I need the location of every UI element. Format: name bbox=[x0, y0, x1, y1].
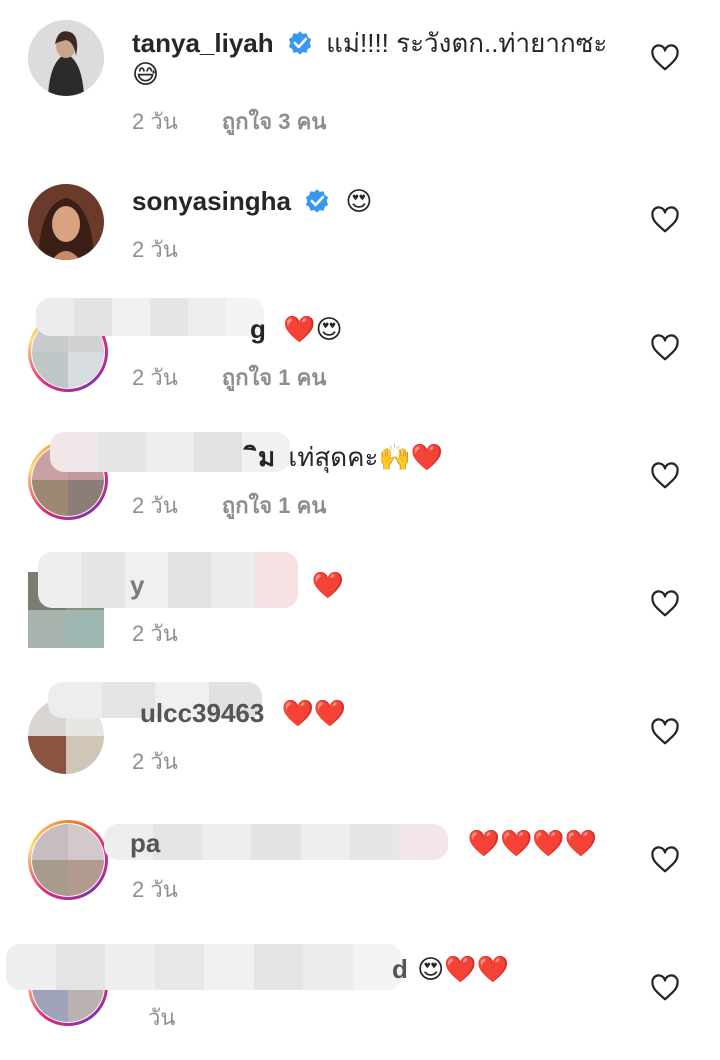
comment-item: pa ❤️❤️❤️❤️ 2 วัน bbox=[0, 804, 720, 932]
comment-time: วัน bbox=[148, 1005, 176, 1030]
comment-meta: 2 วัน bbox=[132, 616, 178, 651]
comment-body: 😍 bbox=[345, 187, 373, 217]
comment-text: tanya_liyah แม่!!!! ระวังตก..ท่ายากซะ bbox=[132, 26, 607, 60]
comment-meta: วัน bbox=[148, 1000, 175, 1035]
comment-time: 2 วัน bbox=[132, 621, 178, 646]
comment-username-fragment[interactable]: pa bbox=[130, 828, 160, 858]
comment-username-fragment[interactable]: ulcc39463 bbox=[140, 698, 264, 728]
comment-text: d 😍❤️❤️ bbox=[392, 952, 509, 987]
heart-outline-icon[interactable] bbox=[650, 462, 680, 490]
avatar[interactable] bbox=[28, 820, 108, 900]
heart-outline-icon[interactable] bbox=[650, 718, 680, 746]
comment-text: ิม เท่สุดคะ🙌❤️ bbox=[258, 440, 443, 475]
redaction-blur bbox=[6, 944, 402, 990]
comment-item: y ❤️ 2 วัน bbox=[0, 548, 720, 676]
comment-body: 😍❤️❤️ bbox=[417, 955, 509, 985]
comment-username-fragment[interactable]: ิม bbox=[258, 442, 275, 472]
heart-outline-icon[interactable] bbox=[650, 206, 680, 234]
comment-username[interactable]: tanya_liyah bbox=[132, 28, 274, 58]
comment-time: 2 วัน bbox=[132, 109, 178, 134]
comment-item: tanya_liyah แม่!!!! ระวังตก..ท่ายากซะ 😅 … bbox=[0, 0, 720, 134]
comment-item: ิม เท่สุดคะ🙌❤️ 2 วัน ถูกใจ 1 คน bbox=[0, 420, 720, 548]
comment-body: ❤️😍 bbox=[283, 315, 343, 345]
avatar[interactable] bbox=[28, 184, 108, 264]
heart-outline-icon[interactable] bbox=[650, 334, 680, 362]
comment-text: sonyasingha 😍 bbox=[132, 184, 373, 219]
comment-text-line2: 😅 bbox=[132, 60, 160, 90]
comment-meta: 2 วัน ถูกใจ 3 คน bbox=[132, 104, 326, 139]
comment-meta: 2 วัน bbox=[132, 744, 178, 779]
comment-time: 2 วัน bbox=[132, 365, 178, 390]
comment-meta: 2 วัน bbox=[132, 232, 178, 267]
comment-body: ❤️❤️❤️❤️ bbox=[467, 829, 598, 859]
comment-meta: 2 วัน ถูกใจ 1 คน bbox=[132, 488, 326, 523]
comment-meta: 2 วัน bbox=[132, 872, 178, 907]
pixelated-avatar bbox=[32, 824, 104, 896]
comment-username-fragment[interactable]: d bbox=[392, 954, 408, 984]
comment-body: ❤️ bbox=[311, 571, 345, 601]
comment-time: 2 วัน bbox=[132, 877, 178, 902]
comment-text: ulcc39463 ❤️❤️ bbox=[140, 696, 346, 731]
comment-likes-count[interactable]: ถูกใจ 1 คน bbox=[222, 365, 327, 390]
comment-username[interactable]: sonyasingha bbox=[132, 186, 291, 216]
comment-item: g ❤️😍 2 วัน ถูกใจ 1 คน bbox=[0, 292, 720, 420]
comment-likes-count[interactable]: ถูกใจ 3 คน bbox=[222, 109, 327, 134]
comment-body: แม่!!!! ระวังตก..ท่ายากซะ bbox=[326, 28, 608, 58]
comment-body: ❤️❤️ bbox=[281, 699, 347, 729]
comment-item: ulcc39463 ❤️❤️ 2 วัน bbox=[0, 676, 720, 804]
heart-outline-icon[interactable] bbox=[650, 44, 680, 72]
comment-username-fragment[interactable]: g bbox=[250, 314, 266, 344]
comment-item: sonyasingha 😍 2 วัน bbox=[0, 162, 720, 290]
comment-text: y ❤️ bbox=[130, 568, 344, 603]
comment-time: 2 วัน bbox=[132, 749, 178, 774]
comment-text: pa ❤️❤️❤️❤️ bbox=[130, 826, 597, 861]
comment-time: 2 วัน bbox=[132, 493, 178, 518]
avatar[interactable] bbox=[28, 20, 108, 100]
heart-outline-icon[interactable] bbox=[650, 846, 680, 874]
comment-item: d 😍❤️❤️ วัน bbox=[0, 932, 720, 1060]
verified-badge-icon bbox=[288, 31, 311, 55]
redaction-blur bbox=[36, 298, 264, 336]
comment-meta: 2 วัน ถูกใจ 1 คน bbox=[132, 360, 326, 395]
comment-body: เท่สุดคะ🙌❤️ bbox=[288, 443, 444, 473]
heart-outline-icon[interactable] bbox=[650, 974, 680, 1002]
verified-badge-icon bbox=[306, 189, 329, 213]
redaction-blur bbox=[50, 432, 290, 472]
comment-username-fragment[interactable]: y bbox=[130, 570, 144, 600]
comment-likes-count[interactable]: ถูกใจ 1 คน bbox=[222, 493, 327, 518]
comment-text: g ❤️😍 bbox=[250, 312, 343, 347]
comment-time: 2 วัน bbox=[132, 237, 178, 262]
heart-outline-icon[interactable] bbox=[650, 590, 680, 618]
